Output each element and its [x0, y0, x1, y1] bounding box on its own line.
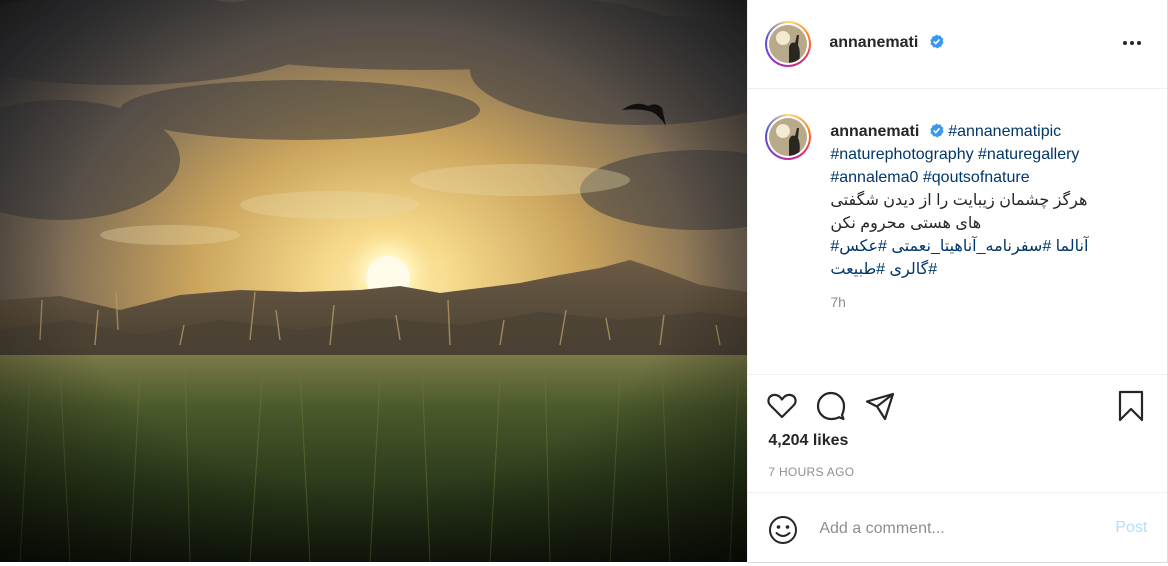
persian-hashtags[interactable]: #گالری #طبیعت [830, 258, 1130, 281]
emoji-icon[interactable] [767, 514, 799, 546]
caption-avatar[interactable] [765, 114, 812, 160]
caption-username[interactable]: annanemati [830, 123, 919, 140]
bookmark-icon[interactable] [1114, 389, 1148, 423]
caption-persian-text: هرگز چشمان زیبایت را از دیدن شگفتی [830, 192, 1088, 209]
comment-input[interactable] [817, 515, 1092, 543]
verified-icon [930, 34, 944, 49]
post-photo[interactable] [0, 0, 748, 562]
comment-bar: Post [748, 492, 1168, 563]
instagram-post: annanemati annanemati #annanematipic #na… [0, 0, 1168, 566]
hashtag-link[interactable]: #annanematipic [948, 123, 1061, 140]
comment-icon[interactable] [814, 389, 848, 423]
post-actions: 4,204 likes 7 HOURS AGO [748, 374, 1168, 493]
post-caption: annanemati #annanematipic #naturephotogr… [748, 89, 1167, 373]
avatar-image [769, 118, 808, 156]
likes-count[interactable]: 4,204 likes [768, 432, 848, 450]
verified-icon [930, 123, 944, 138]
post-panel: annanemati annanemati #annanematipic #na… [747, 0, 1168, 563]
heart-icon[interactable] [765, 389, 799, 423]
avatar-image [769, 25, 808, 63]
share-icon[interactable] [863, 389, 897, 423]
sunset-landscape-image [0, 0, 748, 562]
caption-persian-text: های هستی محروم نکن [830, 215, 982, 232]
more-options-icon[interactable] [1123, 34, 1145, 54]
hashtag-link[interactable]: #naturephotography #naturegallery [830, 143, 1130, 166]
post-timestamp[interactable]: 7 HOURS AGO [768, 465, 854, 479]
caption-timestamp[interactable]: 7h [830, 294, 846, 310]
post-header: annanemati [748, 0, 1168, 89]
persian-hashtags[interactable]: آنالما #سفرنامه_آناهیتا_نعمتی #عکس# [830, 235, 1130, 258]
caption-text: annanemati #annanematipic #naturephotogr… [830, 120, 1130, 281]
post-comment-button[interactable]: Post [1115, 519, 1147, 537]
hashtag-link[interactable]: #annalema0 #qoutsofnature [830, 166, 1130, 189]
avatar[interactable] [765, 21, 812, 67]
header-username[interactable]: annanemati [829, 34, 918, 52]
